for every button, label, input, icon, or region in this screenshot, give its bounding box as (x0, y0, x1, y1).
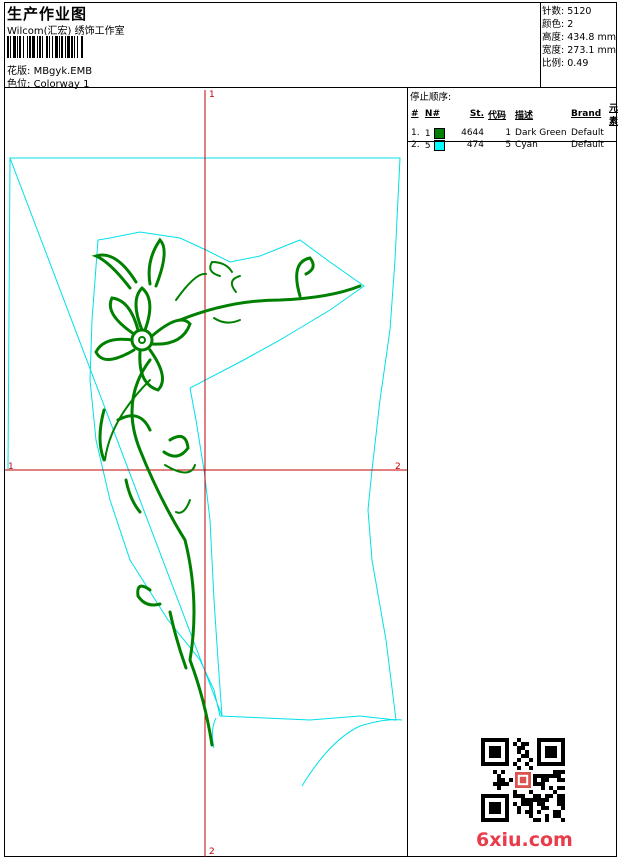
qr-code (481, 738, 565, 822)
axis-left-label: 1 (8, 462, 14, 472)
axis-right-label: 2 (395, 462, 401, 472)
axis-bottom-label: 2 (209, 847, 215, 857)
watermark: 6xiu.com (476, 829, 573, 851)
axis-top-label: 1 (209, 90, 215, 100)
design-canvas (5, 90, 407, 857)
